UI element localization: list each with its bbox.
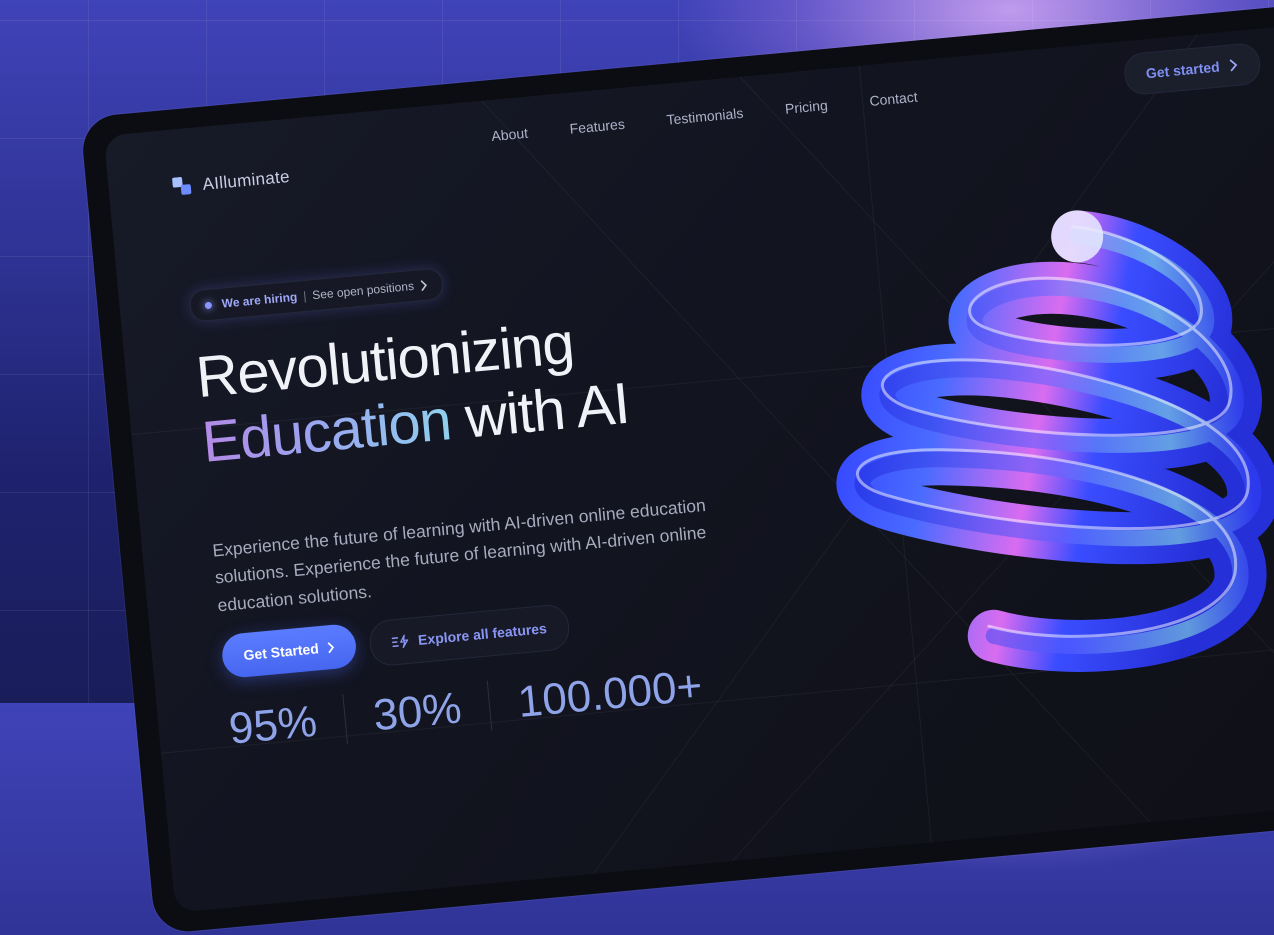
get-started-nav-label: Get started xyxy=(1145,58,1221,82)
chevron-right-icon xyxy=(1230,59,1238,72)
announcement-separator: | xyxy=(302,288,307,304)
hiring-badge: We are hiring xyxy=(221,289,298,311)
open-positions-link[interactable]: See open positions xyxy=(312,279,415,302)
chevron-right-icon xyxy=(420,279,427,291)
sparkle-dot-icon xyxy=(204,301,213,309)
chevron-right-icon xyxy=(327,641,334,653)
spiral-3d-art xyxy=(836,210,1274,672)
explore-features-label: Explore all features xyxy=(417,620,548,648)
website-screen: AIlluminate About Features Testimonials … xyxy=(103,16,1274,913)
get-started-label: Get Started xyxy=(242,640,320,664)
stat-value: 95% xyxy=(226,696,320,754)
laptop-frame: AIlluminate About Features Testimonials … xyxy=(80,0,1274,935)
bolt-list-icon xyxy=(392,634,409,649)
nav-about[interactable]: About xyxy=(491,125,529,144)
logo-icon xyxy=(172,177,192,195)
